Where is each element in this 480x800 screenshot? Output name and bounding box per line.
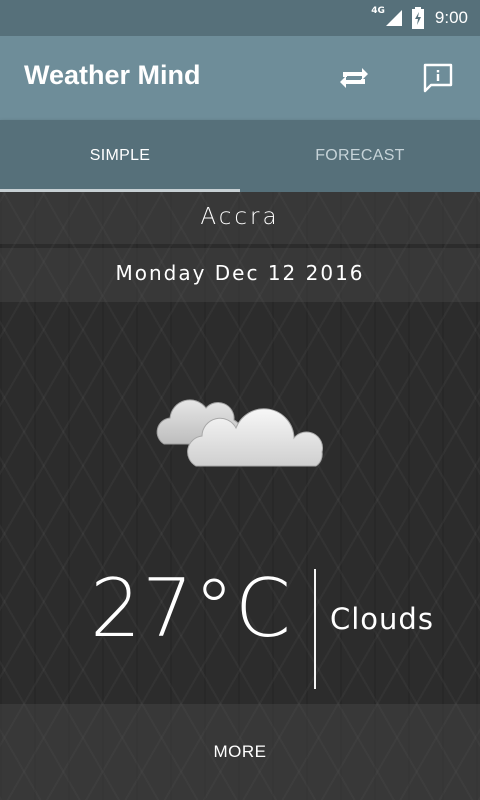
tab-bar: SIMPLE FORECAST <box>0 120 480 192</box>
app-title: Weather Mind <box>24 60 201 90</box>
condition-label: Clouds <box>330 602 434 636</box>
feedback-info-icon <box>423 63 453 93</box>
city-name: Accra <box>200 204 280 230</box>
status-icons: 4G 9:00 <box>371 0 468 36</box>
more-button[interactable]: MORE <box>190 734 290 770</box>
date-label: Monday Dec 12 2016 <box>115 261 365 285</box>
tab-simple[interactable]: SIMPLE <box>0 120 240 192</box>
repeat-icon <box>340 68 368 88</box>
battery-icon <box>411 7 425 29</box>
divider <box>314 569 316 689</box>
info-button[interactable] <box>418 58 458 98</box>
clouds-icon <box>156 399 323 467</box>
network-type-label: 4G <box>371 6 385 16</box>
signal-icon <box>385 9 403 27</box>
refresh-button[interactable] <box>334 58 374 98</box>
temperature: 27°C <box>90 562 292 655</box>
tab-forecast[interactable]: FORECAST <box>240 120 480 192</box>
app-bar: Weather Mind <box>0 36 480 120</box>
status-bar: 4G 9:00 <box>0 0 480 36</box>
weather-content: Accra Monday Dec 12 2016 27°C Clouds MOR… <box>0 192 480 800</box>
clock: 9:00 <box>434 8 468 27</box>
